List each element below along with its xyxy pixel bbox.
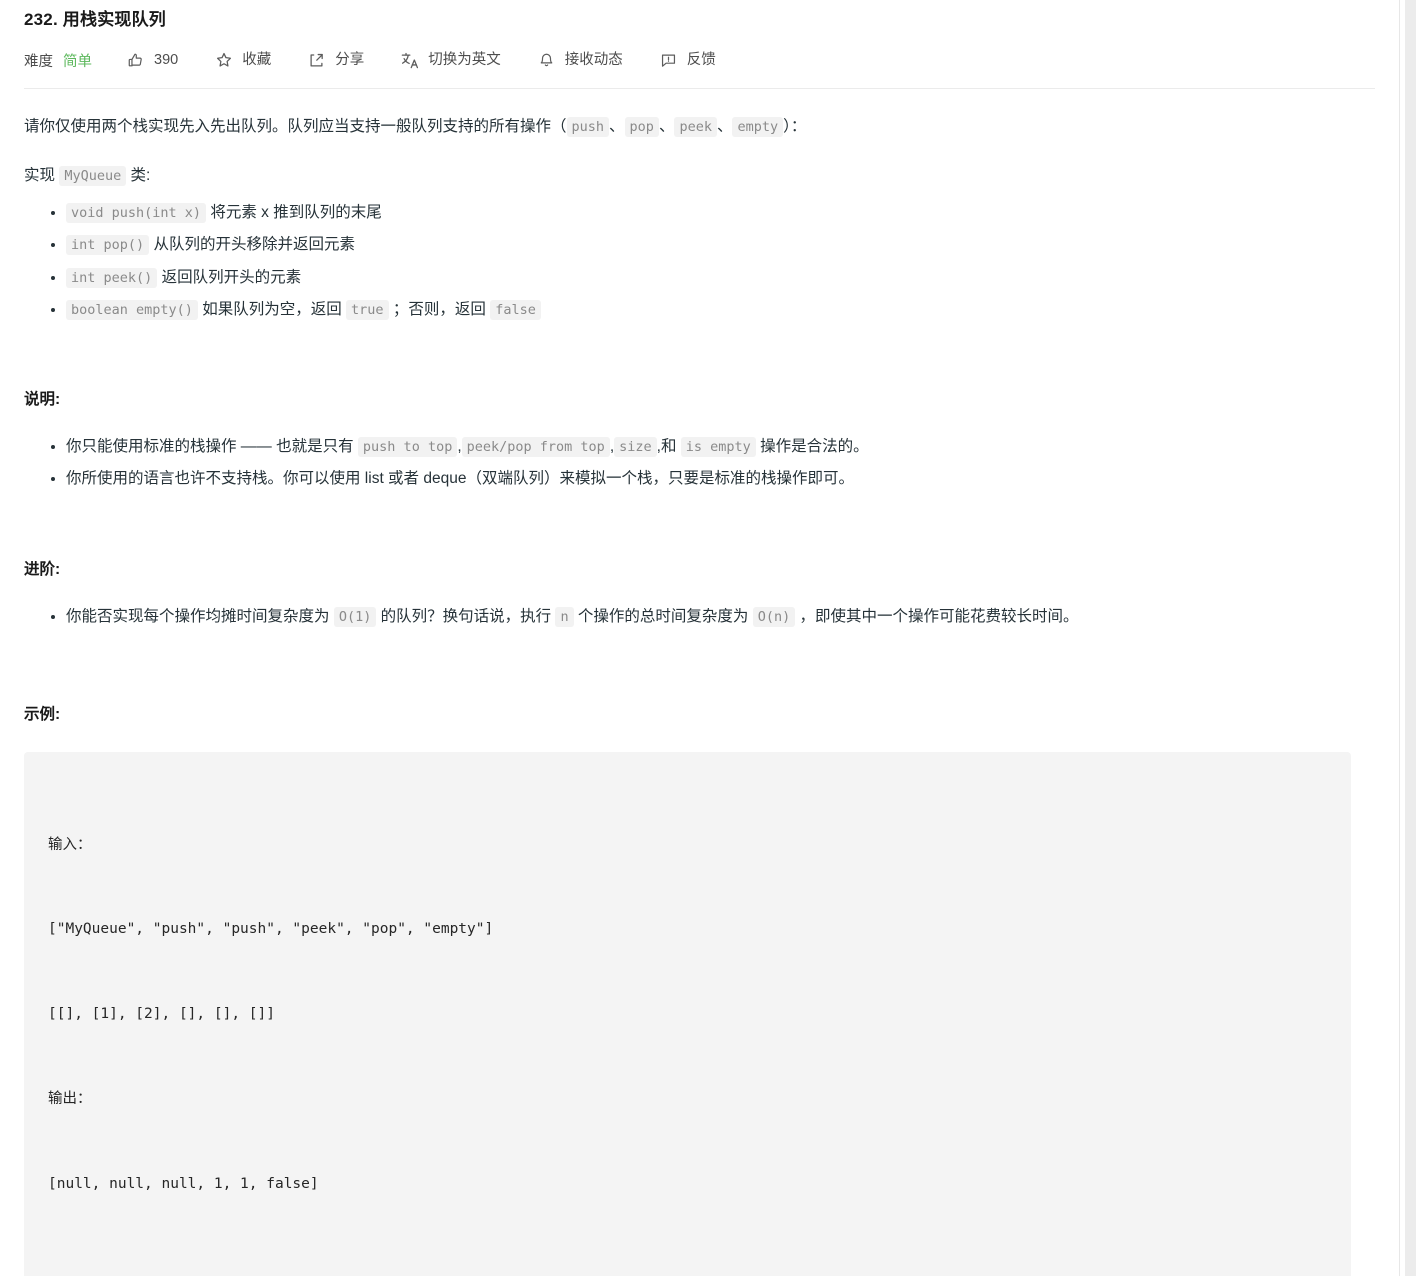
output-line: [null, null, null, 1, 1, false]	[48, 1175, 319, 1192]
advanced-title: 进阶:	[24, 560, 61, 578]
sep-2: 、	[658, 118, 675, 135]
problem-content: 232. 用栈实现队列 难度 简单 390 收藏 分享 切换为英文 接收动态 反…	[0, 0, 1400, 1276]
notes-title: 说明:	[24, 391, 61, 409]
code-true: true	[346, 299, 389, 320]
header-divider	[24, 88, 1375, 89]
code-push: push	[566, 117, 610, 137]
example-title: 示例:	[24, 705, 61, 723]
bell-icon	[537, 51, 556, 70]
code-peek-pop-from-top: peek/pop from top	[461, 437, 610, 458]
page-title: 232. 用栈实现队列	[24, 10, 167, 29]
list-item: 你所使用的语言也许不支持栈。你可以使用 list 或者 deque（双端队列）来…	[66, 465, 1375, 493]
notes-text-c: 和	[660, 438, 681, 456]
scrollbar[interactable]	[1401, 0, 1424, 1276]
problem-page: 232. 用栈实现队列 难度 简单 390 收藏 分享 切换为英文 接收动态 反…	[0, 0, 1424, 1276]
list-item: boolean empty() 如果队列为空，返回 true ；否则，返回 fa…	[66, 296, 1375, 324]
method-text-peek: 返回队列开头的元素	[157, 268, 302, 286]
switch-language-button[interactable]: 切换为英文	[400, 51, 501, 70]
advanced-text-b: 的队列？换句话说，执行	[376, 607, 556, 625]
code-method-push: void push(int x)	[66, 203, 207, 224]
example-section: 示例: 输入： ["MyQueue", "push", "push", "pee…	[24, 701, 1375, 1276]
advanced-text-d: ，即使其中一个操作可能花费较长时间。	[795, 607, 1079, 625]
output-label: 输出：	[48, 1090, 92, 1107]
difficulty-label: 难度	[24, 53, 53, 70]
share-icon	[307, 51, 326, 70]
implement-suffix: 类:	[126, 167, 151, 185]
code-method-empty: boolean empty()	[66, 299, 198, 320]
implement-prefix: 实现	[24, 167, 60, 185]
code-peek: peek	[674, 117, 717, 137]
example-code-block: 输入： ["MyQueue", "push", "push", "peek", …	[24, 752, 1351, 1276]
code-n: n	[555, 606, 574, 627]
advanced-text-a: 你能否实现每个操作均摊时间复杂度为	[66, 607, 334, 625]
code-o1: O(1)	[333, 606, 377, 627]
share-label: 分享	[335, 51, 365, 68]
feedback-icon	[659, 51, 678, 70]
method-text-empty-2: ；否则，返回	[388, 300, 491, 318]
notes-section: 说明: 你只能使用标准的栈操作 —— 也就是只有 push to top,pee…	[24, 386, 1375, 494]
subscribe-button[interactable]: 接收动态	[537, 51, 623, 70]
share-button[interactable]: 分享	[307, 51, 364, 70]
problem-description: 请你仅使用两个栈实现先入先出队列。队列应当支持一般队列支持的所有操作（ push、…	[24, 113, 1375, 1276]
list-item: 你能否实现每个操作均摊时间复杂度为 O(1) 的队列？换句话说，执行 n 个操作…	[66, 603, 1375, 631]
subscribe-label: 接收动态	[564, 51, 623, 68]
advanced-text-c: 个操作的总时间复杂度为	[573, 607, 753, 625]
code-on: O(n)	[752, 606, 796, 627]
sep-1: 、	[609, 118, 625, 135]
list-item: void push(int x) 将元素 x 推到队列的末尾	[66, 199, 1375, 227]
intro-text-1: 请你仅使用两个栈实现先入先出队列。队列应当支持一般队列支持的所有操作（	[24, 118, 567, 135]
notes-text-a: 你只能使用标准的栈操作 —— 也就是只有	[66, 438, 358, 456]
method-text-push: 将元素 x 推到队列的末尾	[206, 204, 382, 222]
intro-paragraph: 请你仅使用两个栈实现先入先出队列。队列应当支持一般队列支持的所有操作（ push、…	[24, 113, 1375, 140]
code-size: size	[614, 437, 657, 458]
method-text-empty: 如果队列为空，返回	[197, 300, 347, 318]
star-icon	[214, 51, 233, 70]
title-row: 232. 用栈实现队列	[24, 0, 1375, 36]
likes-button[interactable]: 390	[126, 51, 178, 70]
likes-count: 390	[154, 51, 179, 68]
sep-3: 、	[716, 118, 733, 135]
advanced-section: 进阶: 你能否实现每个操作均摊时间复杂度为 O(1) 的队列？换句话说，执行 n…	[24, 556, 1375, 631]
notes-list: 你只能使用标准的栈操作 —— 也就是只有 push to top,peek/po…	[24, 433, 1375, 493]
scrollbar-thumb[interactable]	[1405, 0, 1416, 1276]
implement-paragraph: 实现 MyQueue 类:	[24, 162, 1375, 189]
code-myqueue: MyQueue	[59, 166, 127, 187]
notes-item-2: 你所使用的语言也许不支持栈。你可以使用 list 或者 deque（双端队列）来…	[66, 470, 854, 488]
code-method-pop: int pop()	[66, 235, 150, 256]
favorite-label: 收藏	[242, 51, 272, 68]
feedback-label: 反馈	[686, 51, 716, 68]
advanced-list: 你能否实现每个操作均摊时间复杂度为 O(1) 的队列？换句话说，执行 n 个操作…	[24, 603, 1375, 631]
translate-icon	[400, 51, 419, 70]
problem-toolbar: 难度 简单 390 收藏 分享 切换为英文 接收动态 反馈	[24, 36, 1375, 82]
input-line-1: ["MyQueue", "push", "push", "peek", "pop…	[48, 921, 494, 938]
notes-comma-1: ,	[457, 438, 462, 456]
code-is-empty: is empty	[680, 437, 756, 458]
method-list: void push(int x) 将元素 x 推到队列的末尾 int pop()…	[24, 199, 1375, 324]
code-method-peek: int peek()	[66, 267, 158, 288]
list-item: int pop() 从队列的开头移除并返回元素	[66, 231, 1375, 259]
code-empty: empty	[732, 117, 784, 137]
method-text-pop: 从队列的开头移除并返回元素	[149, 236, 355, 254]
code-push-to-top: push to top	[357, 437, 458, 458]
feedback-button[interactable]: 反馈	[659, 51, 716, 70]
difficulty-badge: 简单	[63, 53, 92, 70]
thumbs-up-icon	[126, 51, 145, 70]
code-false: false	[490, 299, 541, 320]
switch-language-label: 切换为英文	[428, 51, 501, 68]
list-item: int peek() 返回队列开头的元素	[66, 264, 1375, 292]
input-line-2: [[], [1], [2], [], [], []]	[48, 1006, 275, 1023]
input-label: 输入：	[48, 836, 92, 853]
code-pop: pop	[624, 117, 659, 137]
list-item: 你只能使用标准的栈操作 —— 也就是只有 push to top,peek/po…	[66, 433, 1375, 461]
favorite-button[interactable]: 收藏	[214, 51, 271, 70]
intro-text-2: ）：	[783, 118, 807, 135]
notes-text-d: 操作是合法的。	[755, 438, 869, 456]
